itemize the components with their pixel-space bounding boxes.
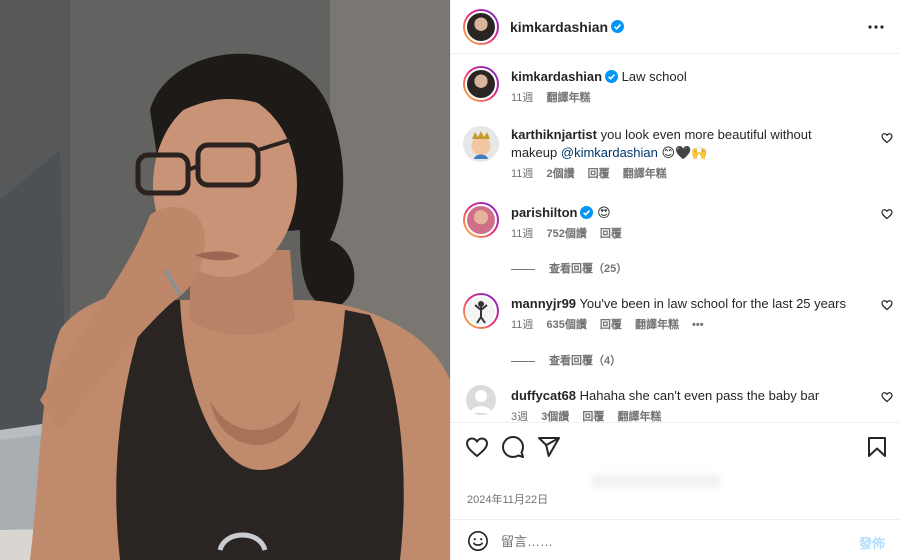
comment-text: You've been in law school for the last 2… (579, 296, 846, 311)
verified-badge-icon (580, 206, 594, 219)
commenter-avatar[interactable] (466, 385, 496, 415)
heart-icon[interactable] (881, 299, 893, 311)
heart-icon[interactable] (465, 435, 489, 459)
comment-username[interactable]: duffycat68 (511, 388, 576, 403)
comment-likes[interactable]: 635個讚 (546, 319, 586, 331)
translate-button[interactable]: 翻譯年糕 (623, 168, 667, 180)
more-options-icon[interactable] (867, 18, 885, 36)
commenter-avatar[interactable] (463, 126, 499, 162)
cartoon-avatar-icon (472, 131, 490, 159)
default-user-icon (470, 390, 492, 413)
caption-username[interactable]: kimkardashian (511, 69, 602, 84)
comment-more-icon[interactable]: ••• (692, 319, 704, 331)
author-avatar[interactable] (463, 66, 499, 102)
reply-button[interactable]: 回覆 (600, 228, 622, 240)
commenter-avatar[interactable] (463, 293, 499, 329)
post-side-panel: kimkardashian kimkardashian Law school 1… (450, 0, 900, 560)
view-replies-label: 查看回覆（25） (549, 263, 628, 275)
comment-time[interactable]: 11週 (511, 228, 533, 240)
likes-count-blurred (591, 474, 721, 488)
translate-button[interactable]: 翻譯年糕 (617, 411, 661, 422)
post-actions-bar (451, 422, 900, 470)
comment-username[interactable]: mannyjr99 (511, 296, 576, 311)
stick-figure-avatar-icon (474, 301, 488, 324)
heart-icon[interactable] (881, 391, 893, 403)
comment-emoji: 😊🖤🙌 (657, 145, 708, 160)
share-icon[interactable] (537, 435, 561, 459)
comment-time[interactable]: 3週 (511, 411, 528, 422)
comment-composer: 發佈 (451, 519, 900, 560)
caption-time[interactable]: 11週 (511, 92, 533, 104)
comment-text: Hahaha she can't even pass the baby bar (579, 388, 820, 403)
bookmark-icon[interactable] (865, 435, 889, 459)
heart-icon[interactable] (881, 132, 893, 144)
comment-text: 😍 (597, 205, 611, 220)
post-comment-button[interactable]: 發佈 (859, 533, 885, 552)
view-replies-button[interactable]: 查看回覆（4） (511, 352, 621, 368)
comment-time[interactable]: 11週 (511, 319, 533, 331)
instagram-post-view: kimkardashian kimkardashian Law school 1… (0, 0, 900, 560)
translate-button[interactable]: 翻譯年糕 (635, 319, 679, 331)
comment-time[interactable]: 11週 (511, 168, 533, 180)
author-avatar[interactable] (463, 8, 499, 45)
heart-icon[interactable] (881, 208, 893, 220)
comments-list[interactable]: kimkardashian Law school 11週 翻譯年糕 karthi… (451, 54, 900, 422)
view-replies-button[interactable]: 查看回覆（25） (511, 260, 627, 276)
reply-button[interactable]: 回覆 (600, 319, 622, 331)
comment-likes[interactable]: 752個讚 (546, 228, 586, 240)
reply-button[interactable]: 回覆 (588, 168, 610, 180)
emoji-icon[interactable] (467, 530, 489, 552)
comment-username[interactable]: parishilton (511, 205, 577, 220)
replies-divider (511, 268, 535, 270)
post-date[interactable]: 2024年11月22日 (467, 491, 548, 507)
comment-mention[interactable]: @kimkardashian (561, 145, 658, 160)
commenter-avatar[interactable] (463, 202, 499, 238)
comment-username[interactable]: karthiknjartist (511, 127, 597, 142)
post-photo-illustration (0, 0, 450, 560)
post-header: kimkardashian (451, 0, 900, 54)
comment-input[interactable] (501, 528, 821, 554)
translate-button[interactable]: 翻譯年糕 (546, 92, 590, 104)
reply-button[interactable]: 回覆 (582, 411, 604, 422)
verified-badge-icon (605, 70, 619, 83)
comment-likes[interactable]: 2個讚 (546, 168, 574, 180)
caption-text: Law school (621, 69, 687, 84)
comment-likes[interactable]: 3個讚 (541, 411, 569, 422)
comment-icon[interactable] (501, 435, 525, 459)
verified-badge-icon (611, 20, 625, 33)
post-photo[interactable] (0, 0, 450, 560)
replies-divider (511, 360, 535, 362)
author-username[interactable]: kimkardashian (510, 19, 608, 35)
view-replies-label: 查看回覆（4） (549, 355, 622, 367)
